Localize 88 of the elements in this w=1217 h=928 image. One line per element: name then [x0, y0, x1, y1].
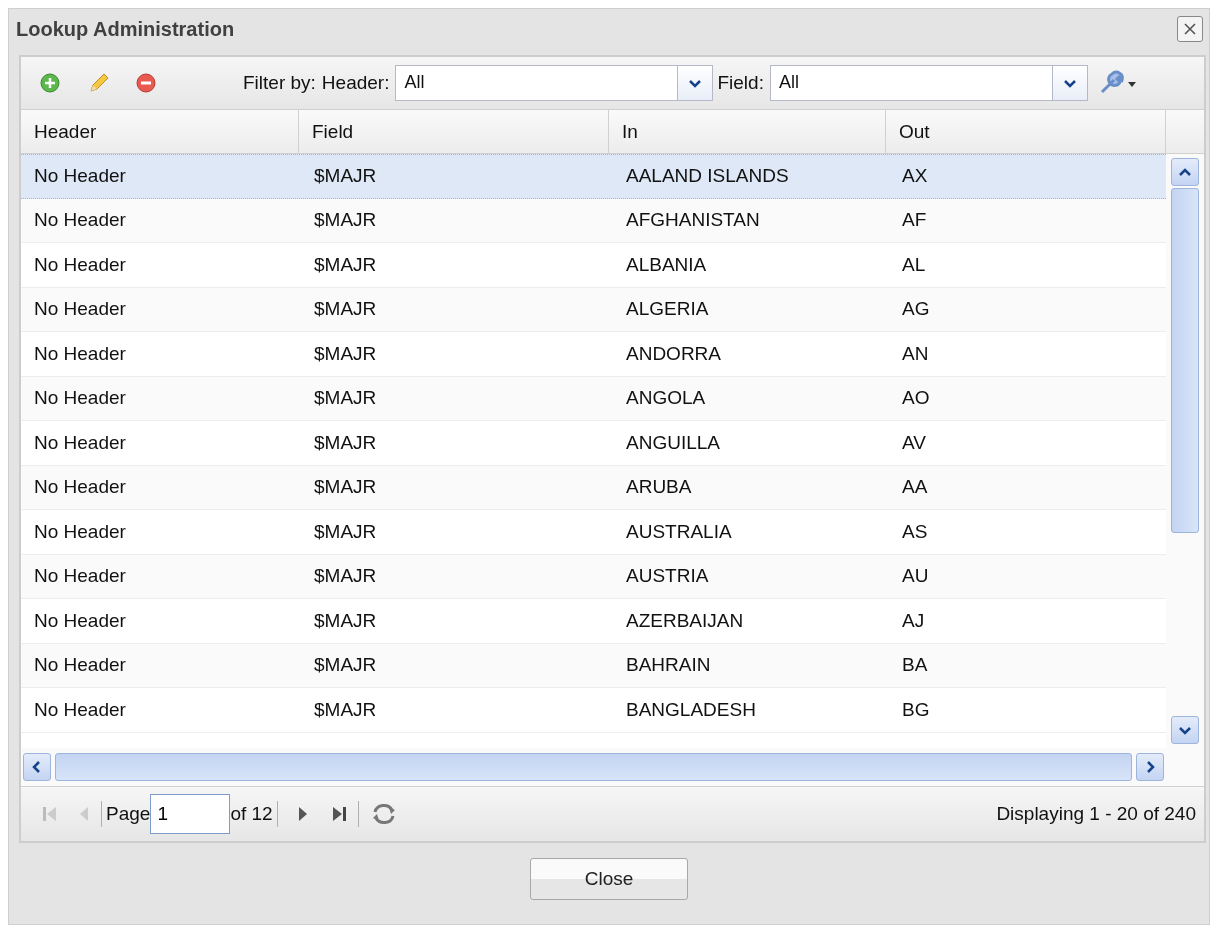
table-cell-text: $MAJR: [313, 608, 378, 633]
plus-icon: [39, 72, 61, 94]
table-cell-text: ALBANIA: [625, 252, 708, 277]
table-cell-text: ARUBA: [625, 475, 693, 500]
scroll-right-button[interactable]: [1136, 753, 1164, 781]
table-cell-text: AJ: [901, 608, 926, 633]
table-cell-text: AA: [901, 475, 929, 500]
table-cell-text: No Header: [33, 297, 127, 322]
table-row[interactable]: No Header $MAJR AUSTRIA AU: [21, 554, 1166, 599]
minus-icon: [135, 72, 157, 94]
header-filter-dropdown[interactable]: All: [395, 65, 714, 101]
table-cell-text: ANGUILLA: [625, 430, 721, 455]
table-cell-text: AUSTRALIA: [625, 519, 733, 544]
display-count-text: Displaying 1 - 20 of 240: [996, 803, 1196, 825]
table-cell-text: ANDORRA: [625, 341, 722, 366]
close-dialog-button[interactable]: Close: [530, 858, 688, 900]
table-cell-text: AU: [901, 564, 930, 589]
table-cell-text: AN: [901, 341, 930, 366]
table-row[interactable]: No Header $MAJR ANGOLA AO: [21, 376, 1166, 421]
table-cell-text: BANGLADESH: [625, 697, 757, 722]
table-row[interactable]: No Header $MAJR AALAND ISLANDS AX: [21, 154, 1166, 199]
window-title: Lookup Administration: [16, 17, 235, 41]
table-cell-text: No Header: [33, 608, 127, 633]
table-cell-text: No Header: [33, 164, 127, 189]
table-cell-text: No Header: [33, 475, 127, 500]
table-cell-text: AO: [901, 386, 931, 411]
table-row[interactable]: No Header $MAJR BAHRAIN BA: [21, 643, 1166, 688]
table-cell-text: BAHRAIN: [625, 653, 712, 678]
table-cell-text: $MAJR: [313, 164, 378, 189]
page-number-field[interactable]: 1: [150, 794, 231, 834]
close-icon: [1182, 21, 1198, 37]
table-cell-text: $MAJR: [313, 297, 378, 322]
column-header[interactable]: Out: [886, 110, 1166, 154]
table-cell-text: AALAND ISLANDS: [625, 164, 790, 189]
table-cell-text: No Header: [33, 519, 127, 544]
table-cell-text: No Header: [33, 653, 127, 678]
table-cell-text: AX: [901, 164, 929, 189]
table-cell-text: No Header: [33, 208, 127, 233]
table-cell-text: AL: [901, 252, 927, 277]
table-cell-text: $MAJR: [313, 697, 378, 722]
header-filter-label: Header:: [321, 72, 390, 94]
table-cell-text: No Header: [33, 252, 127, 277]
close-button[interactable]: [1177, 16, 1203, 42]
column-header[interactable]: Field: [299, 110, 609, 154]
table-cell-text: $MAJR: [313, 475, 378, 500]
table-cell-text: ALGERIA: [625, 297, 710, 322]
table-cell-text: $MAJR: [313, 653, 378, 678]
table-cell-text: $MAJR: [313, 252, 378, 277]
page-label: Page: [106, 803, 151, 825]
scroll-down-button[interactable]: [1171, 716, 1199, 744]
table-cell-text: $MAJR: [313, 519, 378, 544]
pencil-icon: [87, 71, 111, 95]
table-cell-text: No Header: [33, 697, 127, 722]
table-cell-text: BA: [901, 653, 929, 678]
filter-label: Filter by:: [243, 72, 316, 94]
first-page-icon: [41, 804, 59, 824]
scrollbar-thumb[interactable]: [1171, 188, 1199, 533]
table-cell-text: ANGOLA: [625, 386, 707, 411]
vertical-scrollbar[interactable]: [1166, 154, 1204, 748]
table-cell-text: $MAJR: [313, 208, 378, 233]
table-cell-text: No Header: [33, 430, 127, 455]
table-cell-text: BG: [901, 697, 931, 722]
table-cell-text: AG: [901, 297, 931, 322]
table-cell-text: $MAJR: [313, 386, 378, 411]
scroll-left-button[interactable]: [23, 753, 51, 781]
table-cell-text: AF: [901, 208, 928, 233]
table-cell-text: $MAJR: [313, 430, 378, 455]
table-cell-text: No Header: [33, 564, 127, 589]
table-cell-text: No Header: [33, 341, 127, 366]
scrollbar-thumb[interactable]: [55, 753, 1132, 781]
column-header[interactable]: In: [609, 110, 886, 154]
table-cell-text: AV: [901, 430, 927, 455]
table-cell-text: AFGHANISTAN: [625, 208, 761, 233]
table-cell-text: $MAJR: [313, 564, 378, 589]
page-count-label: of 12: [230, 803, 273, 825]
table-cell-text: No Header: [33, 386, 127, 411]
table-cell-text: AUSTRIA: [625, 564, 710, 589]
table-cell-text: AZERBAIJAN: [625, 608, 745, 633]
table-cell-text: AS: [901, 519, 929, 544]
table-row[interactable]: No Header $MAJR ARUBA AA: [21, 465, 1166, 510]
horizontal-scrollbar[interactable]: [21, 748, 1204, 787]
table-row[interactable]: No Header $MAJR ALGERIA AG: [21, 287, 1166, 332]
scroll-up-button[interactable]: [1171, 158, 1199, 186]
column-header[interactable]: Header: [21, 110, 299, 154]
field-filter-label: Field:: [717, 72, 764, 94]
table-cell-text: $MAJR: [313, 341, 378, 366]
table-row[interactable]: No Header $MAJR AFGHANISTAN AF: [21, 198, 1166, 243]
field-filter-dropdown[interactable]: All: [769, 65, 1088, 101]
